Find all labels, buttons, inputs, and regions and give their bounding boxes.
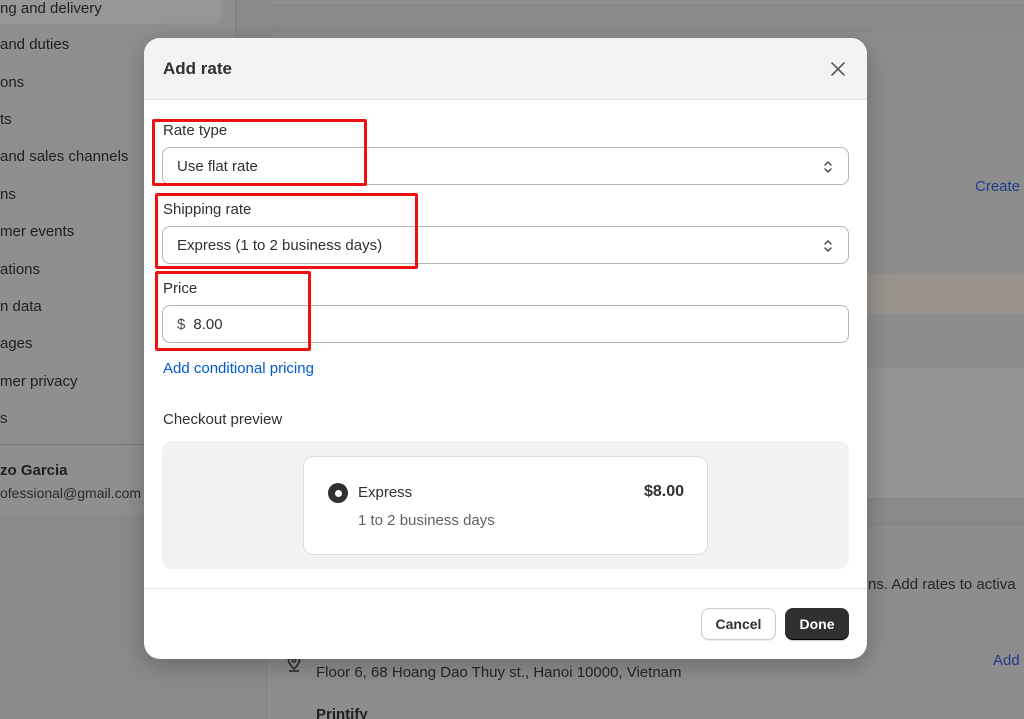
bg-notice-text: ns. Add rates to activa — [868, 576, 1016, 593]
shipping-option-card: Express $8.00 1 to 2 business days — [303, 456, 708, 555]
highlight-shipping-rate — [155, 193, 418, 269]
cancel-button[interactable]: Cancel — [701, 608, 776, 640]
location-address: Floor 6, 68 Hoang Dao Thuy st., Hanoi 10… — [316, 664, 682, 681]
highlight-rate-type — [152, 119, 367, 186]
sidebar-item-gift-cards[interactable]: ts — [0, 111, 12, 129]
add-conditional-pricing-link[interactable]: Add conditional pricing — [163, 360, 314, 377]
shipping-option-name: Express — [358, 484, 413, 501]
sidebar-item-customer-privacy[interactable]: mer privacy — [0, 373, 78, 391]
modal-header: Add rate — [144, 38, 867, 100]
footer-divider — [144, 588, 867, 589]
chevron-up-down-icon — [824, 240, 832, 252]
location-printify: Printify — [316, 706, 368, 719]
close-button[interactable] — [827, 58, 849, 80]
sidebar-item-notifications[interactable]: ations — [0, 261, 40, 279]
highlight-price — [155, 271, 311, 351]
sidebar-item-domains[interactable]: ns — [0, 186, 16, 204]
sidebar-item-languages[interactable]: ages — [0, 335, 33, 353]
chevron-up-down-icon — [824, 161, 832, 173]
sidebar-item-shipping[interactable]: ng and delivery — [0, 0, 102, 18]
modal-title: Add rate — [163, 59, 232, 78]
user-name: zo Garcia — [0, 462, 68, 479]
checkout-preview: Express $8.00 1 to 2 business days — [162, 441, 849, 569]
radio-selected-icon — [328, 483, 348, 503]
shipping-option-price: $8.00 — [643, 483, 684, 500]
add-location-link[interactable]: Add — [993, 652, 1020, 669]
sidebar-item-apps-sales-channels[interactable]: and sales channels — [0, 148, 128, 166]
close-icon — [831, 62, 845, 76]
done-button[interactable]: Done — [785, 608, 849, 640]
bg-card-top — [266, 0, 1024, 6]
sidebar-item-policies[interactable]: s — [0, 410, 8, 428]
create-link[interactable]: Create — [975, 178, 1020, 195]
sidebar-item-locations[interactable]: ons — [0, 74, 24, 92]
sidebar-item-custom-data[interactable]: n data — [0, 298, 42, 316]
checkout-preview-title: Checkout preview — [163, 411, 283, 428]
bg-warning-band — [860, 274, 1024, 314]
sidebar-item-duties[interactable]: and duties — [0, 36, 69, 54]
bg-band-2 — [860, 368, 1024, 498]
sidebar-item-customer-events[interactable]: mer events — [0, 223, 74, 241]
shipping-option-detail: 1 to 2 business days — [358, 512, 495, 529]
user-email: ofessional@gmail.com — [0, 485, 142, 501]
